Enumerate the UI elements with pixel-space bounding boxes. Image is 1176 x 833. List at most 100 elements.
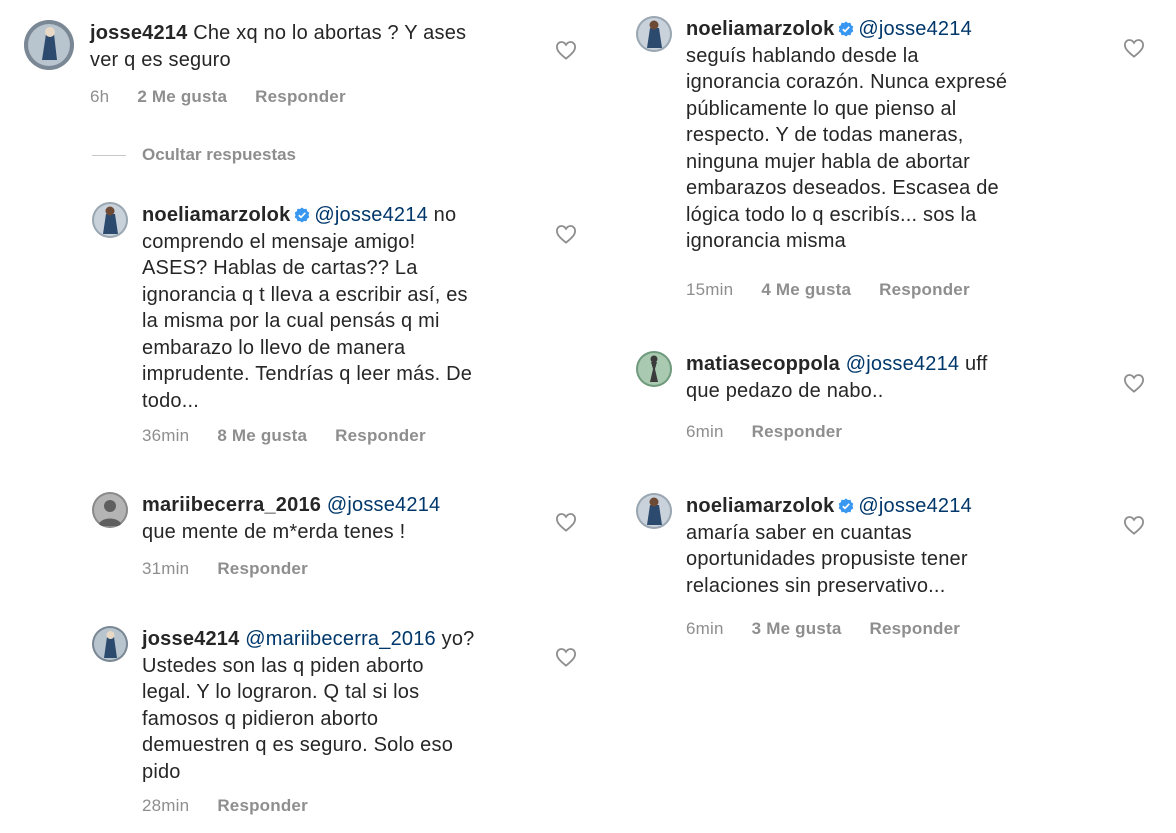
comment-text-line: amaría saber en cuantas (686, 521, 912, 544)
comment-timestamp: 15min (686, 280, 734, 299)
comment-text: josse4214 Che xq no lo abortas ? Y ases … (90, 20, 466, 73)
comment-username[interactable]: noeliamarzolok (686, 495, 834, 517)
comment-meta: 6h 2 Me gusta Responder (90, 87, 374, 107)
divider (92, 155, 126, 157)
comment-mention-link[interactable]: @josse4214 (314, 204, 427, 226)
heart-outline-icon[interactable] (555, 40, 577, 60)
comment-meta: 31min Responder (142, 559, 336, 579)
comment-text-line: embarazo lo llevo de manera (142, 336, 406, 359)
comment-mention-link[interactable]: @josse4214 (858, 495, 971, 517)
heart-outline-icon[interactable] (555, 647, 577, 667)
comment-text-line: imprudente. Tendrías q leer más. De (142, 363, 473, 385)
comment-timestamp: 6min (686, 422, 724, 441)
comment-text-line: ver q es seguro (90, 48, 231, 71)
comment-meta: 28min Responder (142, 796, 336, 816)
comment-text: josse4214 @mariibecerra_2016 yo? Ustedes… (142, 626, 474, 785)
comment-mention-link[interactable]: @mariibecerra_2016 (245, 628, 436, 650)
comment-mariibecerra-2016: mariibecerra_2016 @josse4214 que mente d… (92, 492, 584, 584)
reply-button[interactable]: Responder (870, 619, 961, 638)
comment-likes-count[interactable]: 8 Me gusta (217, 426, 307, 445)
comment-username[interactable]: josse4214 (142, 628, 239, 650)
comment-meta: 36min 8 Me gusta Responder (142, 426, 454, 446)
verified-badge-icon (838, 18, 854, 37)
comment-josse4214-1: josse4214 Che xq no lo abortas ? Y ases … (24, 20, 584, 120)
avatar[interactable] (24, 20, 74, 70)
comment-username[interactable]: noeliamarzolok (686, 18, 834, 40)
comment-username[interactable]: mariibecerra_2016 (142, 494, 321, 516)
comment-text: noeliamarzolok @josse4214 no comprendo el… (142, 202, 472, 414)
comment-josse4214-2: josse4214 @mariibecerra_2016 yo? Ustedes… (92, 626, 584, 826)
hide-replies-button[interactable]: Ocultar respuestas (92, 145, 296, 165)
heart-outline-icon[interactable] (555, 224, 577, 244)
comment-text-line: demuestren q es seguro. Solo eso (142, 734, 454, 756)
comment-text: noeliamarzolok @josse4214 seguís hablando… (686, 16, 1007, 255)
avatar[interactable] (92, 202, 128, 238)
avatar[interactable] (636, 351, 672, 387)
comment-text-line: Che xq no lo abortas ? Y ases (193, 22, 467, 44)
comment-likes-count[interactable]: 4 Me gusta (761, 280, 851, 299)
reply-button[interactable]: Responder (879, 280, 970, 299)
comment-meta: 6min Responder (686, 422, 870, 442)
comment-text-line: oportunidades propusiste tener (686, 548, 968, 570)
comment-text-line: famosos q pidieron aborto (142, 707, 379, 730)
comment-text: matiasecoppola @josse4214 uff que pedazo… (686, 351, 987, 404)
comment-text-line: todo... (142, 389, 199, 412)
comment-timestamp: 31min (142, 559, 190, 578)
comment-text-line: lógica todo lo q escribís... sos la (686, 203, 977, 226)
comment-text-line: ignorancia misma (686, 230, 846, 252)
comment-text-line: seguís hablando desde la (686, 44, 919, 67)
comment-text-line: embarazos deseados. Escasea de (686, 177, 999, 199)
reply-button[interactable]: Responder (335, 426, 426, 445)
comment-timestamp: 6min (686, 619, 724, 638)
comment-text-line: pido (142, 760, 181, 783)
comment-timestamp: 36min (142, 426, 190, 445)
avatar[interactable] (636, 493, 672, 529)
comment-mention-link[interactable]: @josse4214 (846, 353, 959, 375)
comment-mention-link[interactable]: @josse4214 (327, 494, 440, 516)
comment-noeliamarzolok-3: noeliamarzolok @josse4214 amaría saber en… (636, 493, 1168, 643)
comment-text-line: Ustedes son las q piden aborto (142, 654, 424, 677)
comment-text-line: relaciones sin preservativo... (686, 574, 946, 597)
avatar[interactable] (92, 492, 128, 528)
comment-likes-count[interactable]: 3 Me gusta (752, 619, 842, 638)
comment-username[interactable]: noeliamarzolok (142, 204, 290, 226)
comment-text-line: ignorancia q t lleva a escribir así, es (142, 283, 468, 306)
verified-badge-icon (294, 204, 310, 223)
comment-text-line: ASES? Hablas de cartas?? La (142, 257, 418, 279)
comment-username[interactable]: josse4214 (90, 22, 187, 44)
comment-meta: 15min 4 Me gusta Responder (686, 280, 998, 300)
comment-timestamp: 28min (142, 796, 190, 815)
comment-text: mariibecerra_2016 @josse4214 que mente d… (142, 492, 440, 545)
hide-replies-label: Ocultar respuestas (142, 145, 297, 164)
heart-outline-icon[interactable] (1123, 515, 1145, 535)
reply-button[interactable]: Responder (255, 87, 346, 106)
comment-mention-link[interactable]: @josse4214 (858, 18, 971, 40)
comment-text-line: yo? (435, 628, 475, 650)
avatar[interactable] (636, 16, 672, 52)
comment-text-line: no (427, 204, 457, 226)
right-comment-column: noeliamarzolok @josse4214 seguís hablando… (596, 0, 1176, 833)
left-comment-column: josse4214 Che xq no lo abortas ? Y ases … (0, 0, 596, 833)
reply-button[interactable]: Responder (217, 796, 308, 815)
comment-text-line: ignorancia corazón. Nunca expresé (686, 71, 1008, 93)
comment-text: noeliamarzolok @josse4214 amaría saber en… (686, 493, 972, 599)
comment-text-line: legal. Y lo lograron. Q tal si los (142, 681, 420, 703)
comment-text-line: respecto. Y de todas maneras, (686, 124, 964, 146)
comment-text-line: públicamente lo que pienso al (686, 97, 957, 120)
comment-matiasecoppola: matiasecoppola @josse4214 uff que pedazo… (636, 351, 1168, 446)
heart-outline-icon[interactable] (1123, 38, 1145, 58)
comment-text-line: comprendo el mensaje amigo! (142, 230, 416, 253)
comment-text-line: que mente de m*erda tenes ! (142, 520, 406, 543)
comment-text-line: que pedazo de nabo.. (686, 379, 884, 402)
comment-likes-count[interactable]: 2 Me gusta (137, 87, 227, 106)
avatar[interactable] (92, 626, 128, 662)
verified-badge-icon (838, 495, 854, 514)
comment-noeliamarzolok-1: noeliamarzolok @josse4214 no comprendo el… (92, 202, 584, 452)
comment-username[interactable]: matiasecoppola (686, 353, 840, 375)
heart-outline-icon[interactable] (1123, 373, 1145, 393)
comment-text-line: uff (959, 353, 988, 375)
reply-button[interactable]: Responder (217, 559, 308, 578)
reply-button[interactable]: Responder (752, 422, 843, 441)
heart-outline-icon[interactable] (555, 512, 577, 532)
comment-noeliamarzolok-2: noeliamarzolok @josse4214 seguís hablando… (636, 16, 1168, 308)
